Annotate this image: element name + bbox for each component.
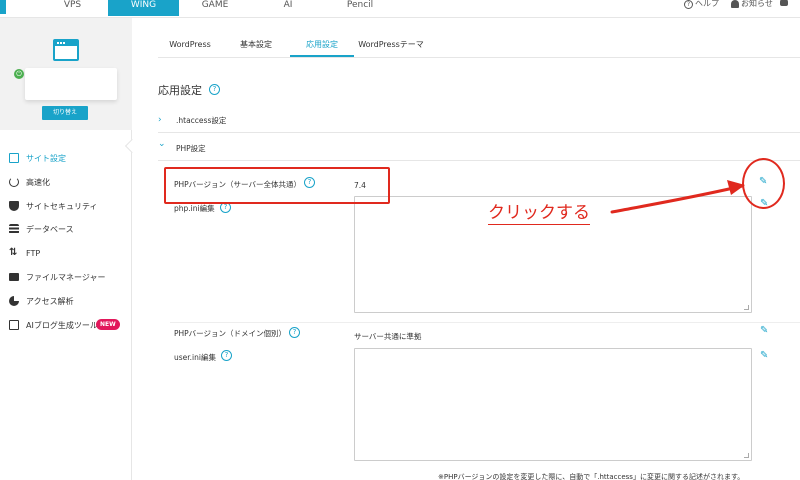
annotation-arrow (610, 180, 745, 214)
